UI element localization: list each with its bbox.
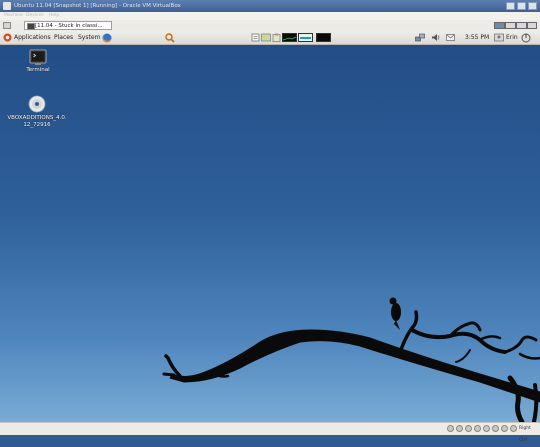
host-key-arrow-icon [510,425,517,432]
terminal-icon [29,49,47,65]
terminal-window-icon [27,23,35,30]
vbox-title-bar[interactable]: Ubuntu 11.04 [Snapshot 1] [Running] - Or… [0,0,540,12]
vbox-window-title: Ubuntu 11.04 [Snapshot 1] [Running] - Or… [14,3,181,9]
close-button[interactable] [528,2,537,10]
panel-clock[interactable]: 3:55 PM [465,31,489,44]
desktop-icon-terminal[interactable]: Terminal [8,49,68,74]
usb-icon[interactable] [465,425,472,432]
firefox-icon[interactable] [102,33,112,43]
user-icon [494,33,504,42]
system-monitor-mem[interactable] [298,33,313,42]
hard-disk-icon[interactable] [447,425,454,432]
desktop[interactable]: Terminal VBOXADDITIONS_4.0.12_72916 [0,45,540,422]
workspace-2[interactable] [505,22,516,29]
taskbar-window-button[interactable]: [11.04 - Stuck in classi... [24,21,112,30]
vbox-menu-help[interactable]: Help [49,12,59,20]
host-key-label: Right Ctrl [519,426,531,443]
search-icon[interactable] [165,33,175,43]
network-icon[interactable] [415,33,425,42]
clipboard-icon[interactable] [272,33,281,42]
power-icon[interactable] [521,33,531,43]
vbox-menu-machine[interactable]: Machine [4,12,23,20]
virtualization-icon[interactable] [492,425,499,432]
menu-applications[interactable]: Applications [14,31,51,44]
shared-folders-icon[interactable] [474,425,481,432]
vbox-app-icon [3,2,11,10]
system-monitor-net[interactable] [316,33,331,42]
optical-drive-icon[interactable] [456,425,463,432]
system-monitor-cpu[interactable] [282,33,297,42]
network-adapter-icon[interactable] [483,425,490,432]
mail-icon[interactable] [446,33,455,42]
desktop-icon-label: VBOXADDITIONS_4.0.12_72916 [7,115,67,128]
image-viewer-icon[interactable] [261,33,271,42]
vbox-status-bar: Right Ctrl [0,422,540,443]
vbox-menu-devices[interactable]: Devices [26,12,44,20]
workspace-4[interactable] [527,22,537,29]
volume-icon[interactable] [431,33,441,42]
taskbar-window-label: [11.04 - Stuck in classi... [35,23,103,29]
desktop-icon-label: Terminal [26,67,50,73]
minimize-button[interactable] [506,2,515,10]
menu-places[interactable]: Places [54,31,73,44]
bird-silhouette [389,297,401,330]
menu-system[interactable]: System [78,31,100,44]
ubuntu-logo-icon [3,33,12,42]
guest-top-panel: Applications Places System 3:55 PM Erin [0,31,540,45]
desktop-icon-vboxadditions[interactable]: VBOXADDITIONS_4.0.12_72916 [6,95,68,129]
workspace-1[interactable] [494,22,505,29]
notes-icon[interactable] [251,33,260,42]
show-desktop-button[interactable] [3,22,11,29]
maximize-button[interactable] [517,2,526,10]
cd-disc-icon [28,95,46,113]
panel-username[interactable]: Erin [506,31,518,44]
wallpaper-branch-silhouette [162,297,540,422]
workspace-3[interactable] [516,22,527,29]
mouse-integration-icon[interactable] [501,425,508,432]
